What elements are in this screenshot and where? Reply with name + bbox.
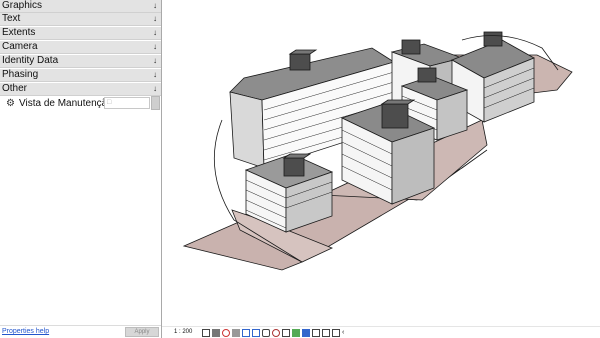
3d-viewport[interactable] bbox=[162, 0, 600, 326]
detail-level-icon[interactable] bbox=[202, 329, 210, 337]
properties-help-link[interactable]: Properties help bbox=[2, 326, 49, 338]
shadows-icon[interactable] bbox=[232, 329, 240, 337]
double-chevron-down-icon[interactable]: ↓ bbox=[153, 83, 157, 95]
double-chevron-down-icon[interactable]: ↓ bbox=[153, 41, 157, 53]
reveal-hidden-icon[interactable] bbox=[282, 329, 290, 337]
gear-icon: ⚙ bbox=[6, 98, 15, 109]
category-label: Other bbox=[2, 83, 28, 94]
apply-button[interactable]: Apply bbox=[125, 327, 159, 337]
double-chevron-down-icon[interactable]: ↓ bbox=[153, 69, 157, 81]
category-identity-data[interactable]: Identity Data ↓ bbox=[0, 55, 161, 68]
sun-path-icon[interactable] bbox=[222, 329, 230, 337]
category-other[interactable]: Other ↓ bbox=[0, 83, 161, 96]
lock-3d-icon[interactable] bbox=[262, 329, 270, 337]
edit-marker-icon: □ bbox=[107, 99, 112, 106]
property-label: Vista de Manutenção bbox=[19, 98, 113, 109]
worksharing-icon[interactable] bbox=[312, 329, 320, 337]
double-chevron-down-icon[interactable]: ↓ bbox=[153, 13, 157, 25]
double-chevron-down-icon[interactable]: ↓ bbox=[153, 55, 157, 67]
category-text[interactable]: Text ↓ bbox=[0, 13, 161, 26]
category-label: Camera bbox=[2, 41, 38, 52]
category-label: Phasing bbox=[2, 69, 39, 80]
category-label: Extents bbox=[2, 27, 36, 38]
constraints-icon[interactable] bbox=[322, 329, 330, 337]
show-crop-icon[interactable] bbox=[252, 329, 260, 337]
collapse-icon[interactable]: ‹ bbox=[342, 329, 350, 337]
highlight-icon[interactable] bbox=[302, 329, 310, 337]
double-chevron-down-icon[interactable]: ↓ bbox=[153, 27, 157, 39]
temp-hide-icon[interactable] bbox=[272, 329, 280, 337]
visual-style-icon[interactable] bbox=[212, 329, 220, 337]
category-label: Graphics bbox=[2, 0, 43, 11]
category-graphics[interactable]: Graphics ↓ bbox=[0, 0, 161, 13]
building-model-drawing bbox=[182, 31, 573, 271]
category-label: Text bbox=[2, 13, 21, 24]
scrollbar-thumb[interactable] bbox=[151, 96, 160, 110]
category-extents[interactable]: Extents ↓ bbox=[0, 27, 161, 40]
analytical-icon[interactable] bbox=[292, 329, 300, 337]
properties-footer: Properties help Apply bbox=[0, 325, 161, 338]
design-options-icon[interactable] bbox=[332, 329, 340, 337]
view-control-bar: 1 : 200 ‹ bbox=[162, 326, 600, 338]
property-value-field[interactable]: □ bbox=[104, 97, 150, 109]
category-camera[interactable]: Camera ↓ bbox=[0, 41, 161, 54]
property-row-vista[interactable]: ⚙ Vista de Manutenção □ bbox=[0, 97, 161, 110]
scale-label[interactable]: 1 : 200 bbox=[174, 329, 192, 335]
category-label: Identity Data bbox=[2, 55, 59, 66]
double-chevron-down-icon[interactable]: ↓ bbox=[153, 0, 157, 12]
properties-panel: Graphics ↓ Text ↓ Extents ↓ Camera ↓ Ide… bbox=[0, 0, 162, 338]
category-phasing[interactable]: Phasing ↓ bbox=[0, 69, 161, 82]
crop-icon[interactable] bbox=[242, 329, 250, 337]
